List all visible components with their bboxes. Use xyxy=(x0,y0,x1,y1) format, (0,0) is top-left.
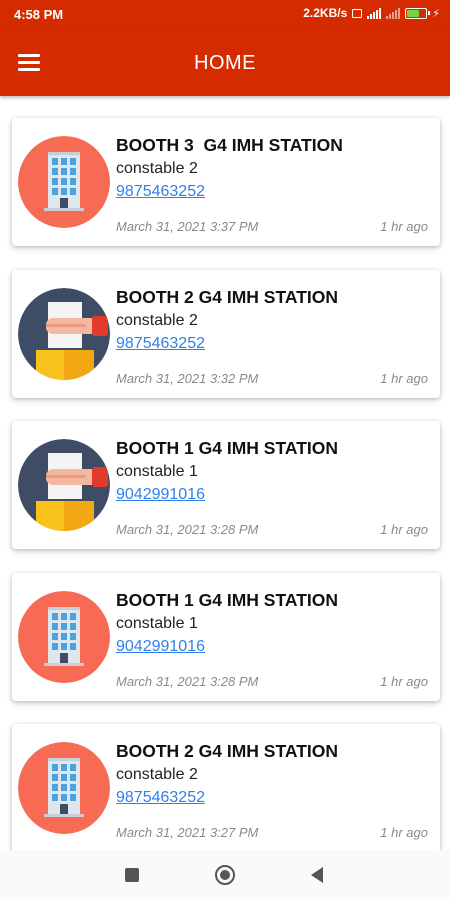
booth-title: BOOTH 3 G4 IMH STATION xyxy=(116,135,343,155)
speed-icon xyxy=(352,8,363,18)
home-circle-icon[interactable] xyxy=(215,865,235,885)
booth-list[interactable]: BOOTH 3 G4 IMH STATION constable 2 98754… xyxy=(0,96,450,850)
timestamp: March 31, 2021 3:37 PM xyxy=(116,219,259,234)
charging-icon: ⚡ xyxy=(432,7,440,20)
relative-time: 1 hr ago xyxy=(380,219,428,234)
status-bar: 4:58 PM 2.2KB/s ⚡ xyxy=(0,0,450,30)
building-avatar-icon xyxy=(18,136,110,228)
phone-link[interactable]: 9875463252 xyxy=(116,789,205,807)
status-time: 4:58 PM xyxy=(14,7,64,22)
booth-card[interactable]: BOOTH 2 G4 IMH STATION constable 2 98754… xyxy=(12,270,440,398)
phone-link[interactable]: 9042991016 xyxy=(116,486,205,504)
page-title: HOME xyxy=(194,52,256,74)
building-avatar-icon xyxy=(18,591,110,683)
relative-time: 1 hr ago xyxy=(380,522,428,537)
booth-card[interactable]: BOOTH 1 G4 IMH STATION constable 1 90429… xyxy=(12,421,440,549)
battery-icon xyxy=(405,7,431,19)
signal-2-icon xyxy=(386,7,401,19)
booth-card[interactable]: BOOTH 2 G4 IMH STATION constable 2 98754… xyxy=(12,724,440,850)
battery-level xyxy=(407,9,420,17)
booth-title: BOOTH 1 G4 IMH STATION xyxy=(116,590,338,610)
constable-name: constable 2 xyxy=(116,160,198,177)
booth-title: BOOTH 2 G4 IMH STATION xyxy=(116,287,338,307)
phone-link[interactable]: 9875463252 xyxy=(116,183,205,201)
timestamp: March 31, 2021 3:28 PM xyxy=(116,674,259,689)
constable-name: constable 1 xyxy=(116,615,198,632)
timestamp: March 31, 2021 3:32 PM xyxy=(116,371,259,386)
status-icons: 2.2KB/s ⚡ xyxy=(303,6,440,20)
relative-time: 1 hr ago xyxy=(380,825,428,840)
constable-name: constable 1 xyxy=(116,463,198,480)
hand-paper-avatar-icon xyxy=(18,288,110,380)
phone-link[interactable]: 9875463252 xyxy=(116,335,205,353)
booth-card[interactable]: BOOTH 3 G4 IMH STATION constable 2 98754… xyxy=(12,118,440,246)
building-avatar-icon xyxy=(18,742,110,834)
signal-1-icon xyxy=(367,7,382,19)
net-speed: 2.2KB/s xyxy=(303,6,348,20)
app-bar: HOME xyxy=(0,30,450,96)
timestamp: March 31, 2021 3:28 PM xyxy=(116,522,259,537)
booth-title: BOOTH 2 G4 IMH STATION xyxy=(116,741,338,761)
booth-card[interactable]: BOOTH 1 G4 IMH STATION constable 1 90429… xyxy=(12,573,440,701)
system-nav-bar xyxy=(0,850,450,900)
relative-time: 1 hr ago xyxy=(380,674,428,689)
booth-title: BOOTH 1 G4 IMH STATION xyxy=(116,438,338,458)
phone-link[interactable]: 9042991016 xyxy=(116,638,205,656)
timestamp: March 31, 2021 3:27 PM xyxy=(116,825,259,840)
recents-square-icon[interactable] xyxy=(125,868,139,882)
hand-paper-avatar-icon xyxy=(18,439,110,531)
constable-name: constable 2 xyxy=(116,766,198,783)
back-triangle-icon[interactable] xyxy=(311,867,323,883)
relative-time: 1 hr ago xyxy=(380,371,428,386)
constable-name: constable 2 xyxy=(116,312,198,329)
